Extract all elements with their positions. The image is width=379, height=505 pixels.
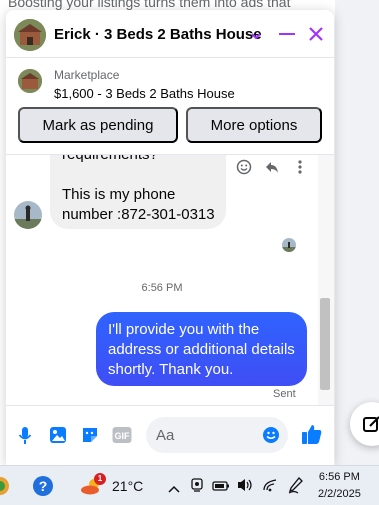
temperature-label[interactable]: 21°C	[112, 478, 143, 494]
emoji-icon[interactable]	[262, 426, 280, 449]
incoming-message-spacer	[62, 165, 214, 185]
message-timestamp: 6:56 PM	[141, 282, 183, 294]
incoming-message-line: This is my phone	[62, 186, 176, 203]
gif-icon[interactable]: GIF	[112, 426, 132, 449]
chat-window: Erick · 3 Beds 2 Baths House Marketplace…	[6, 10, 334, 465]
message-thread: requirements? This is my phone number :8…	[6, 155, 334, 405]
microphone-icon[interactable]	[18, 426, 32, 451]
message-composer: GIF	[6, 405, 334, 465]
sticker-icon[interactable]	[81, 426, 99, 449]
incoming-message-line: requirements?	[62, 155, 214, 165]
weather-alert-badge: 1	[94, 473, 106, 485]
wifi-icon[interactable]	[262, 478, 278, 497]
background-page	[335, 0, 379, 465]
thread-scrollbar[interactable]	[318, 155, 334, 405]
clock-date: 2/2/2025	[318, 488, 361, 500]
incoming-message-bubble[interactable]: requirements? This is my phone number :8…	[50, 155, 226, 229]
marketplace-listing-card: Marketplace $1,600 - 3 Beds 2 Baths Hous…	[6, 59, 334, 155]
incoming-message-line: number :872-301-0313	[62, 206, 215, 223]
svg-text:GIF: GIF	[115, 431, 131, 441]
contact-avatar[interactable]	[14, 19, 46, 51]
background-page-text: Boosting your listings turns them into a…	[8, 0, 291, 10]
photo-icon[interactable]	[49, 426, 67, 449]
react-emoji-icon[interactable]	[236, 159, 252, 180]
message-status: Sent	[273, 388, 296, 400]
help-app-icon[interactable]: ?	[32, 475, 54, 502]
outgoing-message-bubble[interactable]: I'll provide you with the address or add…	[96, 312, 307, 386]
chevron-up-icon[interactable]	[168, 480, 180, 498]
system-clock[interactable]: 6:56 PM 2/2/2025	[318, 469, 361, 503]
seen-receipt-avatar	[282, 238, 296, 252]
message-input[interactable]	[156, 417, 256, 453]
svg-text:?: ?	[39, 478, 48, 494]
chevron-down-icon[interactable]	[250, 28, 262, 46]
minimize-button[interactable]	[279, 33, 295, 35]
more-options-button[interactable]: More options	[186, 107, 322, 143]
chat-header: Erick · 3 Beds 2 Baths House	[6, 10, 334, 58]
compose-icon	[363, 416, 379, 432]
windows-taskbar: ? 1 21°C 6:56 PM 2/2/2025	[0, 465, 379, 505]
app-icon-partial[interactable]	[0, 476, 10, 501]
close-icon[interactable]	[308, 26, 324, 47]
listing-thumbnail[interactable]	[18, 69, 42, 93]
pen-icon[interactable]	[288, 476, 304, 499]
message-input-container[interactable]	[146, 417, 288, 453]
location-icon[interactable]	[190, 477, 204, 498]
volume-icon[interactable]	[236, 477, 254, 498]
sender-avatar[interactable]	[14, 201, 42, 229]
like-thumb-icon[interactable]	[300, 422, 324, 451]
listing-price-title[interactable]: $1,600 - 3 Beds 2 Baths House	[54, 86, 235, 101]
conversation-title[interactable]: Erick · 3 Beds 2 Baths House	[54, 26, 262, 43]
clock-time: 6:56 PM	[318, 471, 360, 483]
scrollbar-thumb[interactable]	[320, 298, 330, 390]
battery-icon[interactable]	[212, 479, 230, 497]
mark-as-pending-button[interactable]: Mark as pending	[18, 107, 178, 143]
more-actions-icon[interactable]	[297, 159, 303, 180]
reply-icon[interactable]	[264, 159, 280, 180]
listing-source-label: Marketplace	[54, 68, 120, 82]
